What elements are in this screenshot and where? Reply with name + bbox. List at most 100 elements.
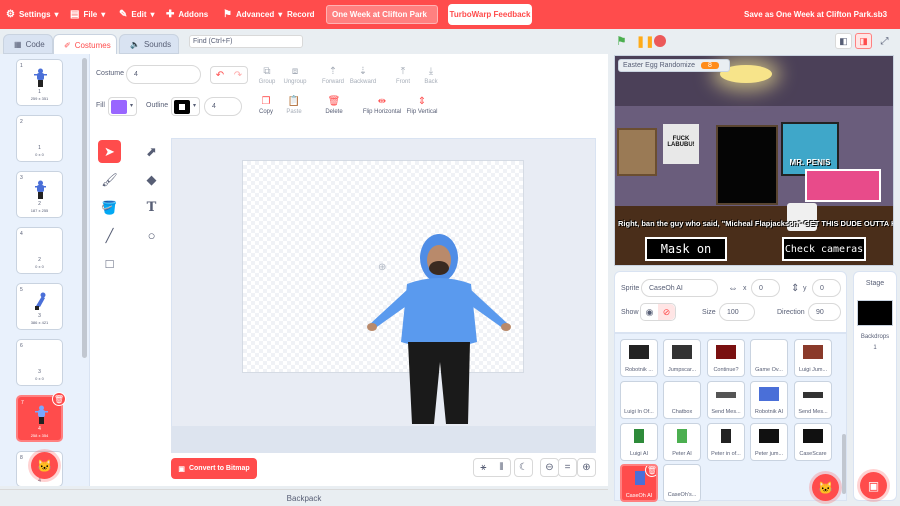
- sprite-tile[interactable]: Send Mes...: [794, 381, 832, 419]
- circle-tool[interactable]: ○: [140, 224, 163, 247]
- delete-sprite-icon[interactable]: 🗑: [645, 466, 656, 477]
- cork-board: [617, 128, 657, 176]
- delete-button[interactable]: 🗑 Delete: [318, 95, 350, 115]
- outline-width-input[interactable]: 4: [204, 97, 242, 116]
- rectangle-tool[interactable]: □: [98, 252, 121, 275]
- file-menu[interactable]: ▤ File ▾: [70, 0, 105, 29]
- show-eye-icon[interactable]: ◉: [641, 304, 658, 320]
- text-icon: T: [146, 200, 157, 215]
- poster: FUCK LABUBU!: [663, 124, 699, 164]
- text-tool[interactable]: T: [140, 196, 163, 219]
- flip-horizontal-button[interactable]: ⇹ Flip Horizontal: [358, 95, 406, 115]
- flip-vertical-icon: ⇕: [417, 96, 427, 107]
- sprite-tile[interactable]: Peter in of...: [707, 423, 745, 461]
- brush-tool[interactable]: 🖌: [98, 168, 121, 191]
- sprite-tile[interactable]: Jumpscar...: [663, 339, 701, 377]
- sprite-tile[interactable]: Peter AI: [663, 423, 701, 461]
- stage-canvas[interactable]: FUCK LABUBU! MR. PENIS Right, ban the gu…: [614, 55, 894, 266]
- costume-tile-selected[interactable]: 7 4 258 x 354 🗑: [16, 392, 66, 442]
- add-backdrop-button[interactable]: ▣: [860, 472, 887, 499]
- zoom-in-button[interactable]: ⊕: [577, 458, 596, 477]
- sprite-tile[interactable]: Send Mes...: [707, 381, 745, 419]
- feedback-button[interactable]: TurboWarp Feedback: [448, 4, 532, 25]
- small-stage-button[interactable]: ◧: [835, 33, 852, 49]
- sprite-tile[interactable]: CaseOh's...: [663, 464, 701, 502]
- sprite-list-scrollbar[interactable]: [842, 434, 846, 494]
- sprite-tile[interactable]: Peter jum...: [750, 423, 788, 461]
- save-as-link[interactable]: Save as One Week at Clifton Park.sb3: [744, 0, 887, 29]
- redo-icon[interactable]: ↷: [234, 70, 242, 81]
- y-input[interactable]: 0: [812, 279, 841, 297]
- forward-button[interactable]: ⇡ Forward: [317, 65, 349, 85]
- costume-tile[interactable]: 6 3 0 x 0: [16, 339, 63, 386]
- sprite-tile[interactable]: Luigi In Of...: [620, 381, 658, 419]
- stop-icon[interactable]: [654, 35, 666, 47]
- costume-tile[interactable]: 5 3 386 x 421: [16, 283, 63, 330]
- size-input[interactable]: 100: [719, 303, 755, 321]
- tab-code[interactable]: ▦ Code: [3, 34, 53, 54]
- brush-mode-toggle[interactable]: ⚹ ⦀: [473, 458, 511, 477]
- hide-eye-icon[interactable]: ⊘: [658, 304, 675, 320]
- edit-menu[interactable]: ✎ Edit ▾: [119, 0, 155, 29]
- chevron-down-icon: ▾: [193, 103, 197, 109]
- costume-tile[interactable]: 2 1 0 x 0: [16, 115, 63, 162]
- project-title-input[interactable]: One Week at Clifton Park: [326, 5, 438, 24]
- undo-icon[interactable]: ↶: [216, 70, 224, 81]
- green-flag-icon[interactable]: ⚑: [616, 34, 627, 48]
- costume-tile[interactable]: 4 2 0 x 0: [16, 227, 63, 274]
- ungroup-button[interactable]: ⧈ Ungroup: [279, 65, 311, 85]
- sprite-tile[interactable]: Luigi AI: [620, 423, 658, 461]
- check-cameras-button[interactable]: Check cameras: [782, 237, 866, 261]
- direction-input[interactable]: 90: [808, 303, 841, 321]
- sprite-tile[interactable]: Luigi Jum...: [794, 339, 832, 377]
- image-icon: ▣: [178, 465, 185, 473]
- costume-tile[interactable]: 1 1 259 x 351: [16, 59, 63, 106]
- back-button[interactable]: ⤓ Back: [415, 65, 447, 85]
- pause-icon[interactable]: ❚❚: [636, 35, 654, 48]
- outline-label: Outline: [146, 102, 169, 109]
- costume-list-scrollbar[interactable]: [82, 58, 87, 358]
- large-stage-button[interactable]: ◨: [855, 33, 872, 49]
- tab-sounds[interactable]: 🔈 Sounds: [119, 34, 179, 54]
- delete-costume-icon[interactable]: 🗑: [52, 392, 66, 406]
- outline-color-picker[interactable]: ▾: [171, 97, 200, 116]
- sprite-tile[interactable]: Robotnik AI: [750, 381, 788, 419]
- backward-button[interactable]: ⇣ Backward: [347, 65, 379, 85]
- paste-button[interactable]: 📋 Paste: [278, 95, 310, 115]
- fill-tool[interactable]: 🪣: [98, 196, 121, 219]
- costume-tile[interactable]: 3 2 187 x 255: [16, 171, 63, 218]
- line-tool[interactable]: ╱: [98, 224, 121, 247]
- sprite-name-input[interactable]: CaseOh AI: [641, 279, 718, 297]
- chevron-down-icon: ▾: [150, 10, 155, 19]
- fullscreen-button[interactable]: ⤢: [876, 33, 893, 49]
- stage-selector[interactable]: Stage Backdrops 1: [853, 271, 897, 501]
- fill-color-picker[interactable]: ▾: [108, 97, 137, 116]
- sprite-tile[interactable]: Robotnik ...: [620, 339, 658, 377]
- sprite-tile[interactable]: CaseScare: [794, 423, 832, 461]
- reshape-tool[interactable]: ⬈: [140, 140, 163, 163]
- add-sprite-button[interactable]: 🐱: [812, 474, 839, 501]
- advanced-menu[interactable]: ⚑ Advanced ▾: [223, 0, 282, 29]
- sprite-tile[interactable]: Game Ov...: [750, 339, 788, 377]
- tab-costumes[interactable]: ✐ Costumes: [53, 34, 117, 55]
- settings-menu[interactable]: ⚙ Settings ▾: [6, 0, 59, 29]
- backpack-bar[interactable]: Backpack: [0, 489, 608, 506]
- costume-name-input[interactable]: 4: [126, 65, 201, 84]
- sprite-tile-selected[interactable]: CaseOh AI 🗑: [620, 464, 658, 502]
- mask-on-button[interactable]: Mask on: [645, 237, 727, 261]
- record-menu[interactable]: Record: [287, 0, 315, 29]
- find-input[interactable]: Find (Ctrl+F): [189, 35, 303, 48]
- addons-menu[interactable]: ✚ Addons: [166, 0, 208, 29]
- sprite-tile[interactable]: Chatbox: [663, 381, 701, 419]
- pencil-icon: ✎: [119, 9, 128, 20]
- eraser-tool[interactable]: ◆: [140, 168, 163, 191]
- x-input[interactable]: 0: [751, 279, 780, 297]
- sprite-tile[interactable]: Continue?: [707, 339, 745, 377]
- dark-mode-toggle[interactable]: ☾: [514, 458, 533, 477]
- flip-vertical-button[interactable]: ⇕ Flip Vertical: [402, 95, 442, 115]
- zoom-reset-button[interactable]: =: [558, 458, 577, 477]
- convert-to-bitmap-button[interactable]: ▣ Convert to Bitmap: [171, 458, 257, 479]
- zoom-out-button[interactable]: ⊖: [540, 458, 559, 477]
- add-costume-button[interactable]: 🐱: [31, 452, 58, 479]
- select-tool[interactable]: ➤: [98, 140, 121, 163]
